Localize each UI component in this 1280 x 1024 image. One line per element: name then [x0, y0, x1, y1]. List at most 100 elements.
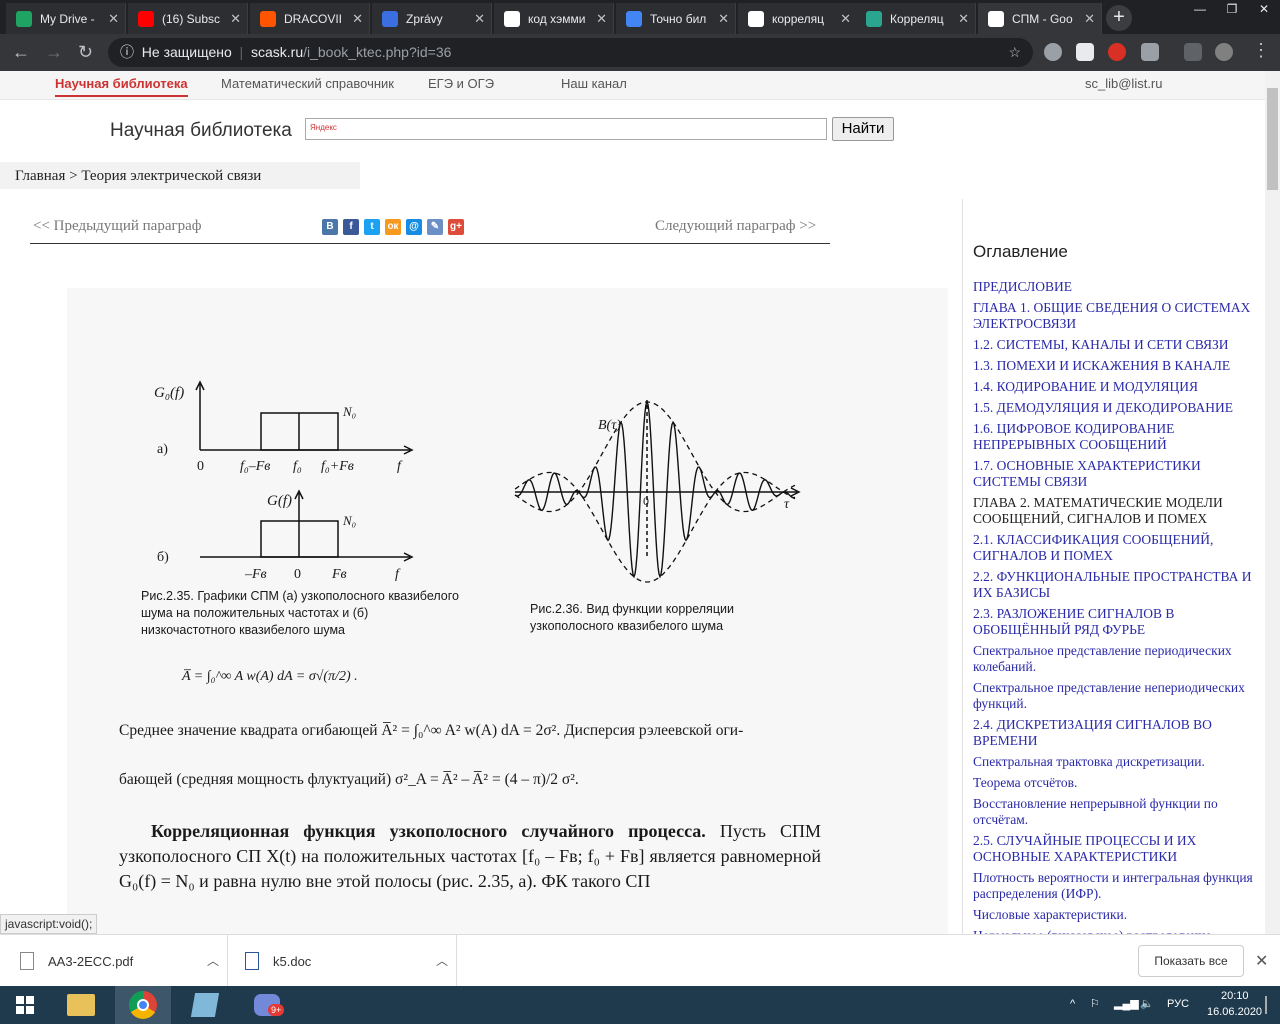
tab-drive[interactable]: My Drive - ✕ — [6, 3, 126, 34]
toc-item[interactable]: 1.5. ДЕМОДУЛЯЦИЯ И ДЕКОДИРОВАНИЕ — [973, 400, 1258, 416]
toc-item[interactable]: Теорема отсчётов. — [973, 775, 1258, 791]
bookmark-star-icon[interactable]: ☆ — [1008, 38, 1021, 67]
nav-library[interactable]: Научная библиотека — [55, 76, 188, 97]
search-button[interactable]: Найти — [832, 117, 894, 141]
chevron-up-icon[interactable]: ︿ — [436, 952, 448, 969]
tab-google[interactable]: СПМ - Goo ✕ — [978, 3, 1102, 34]
toc-item[interactable]: ГЛАВА 2. МАТЕМАТИЧЕСКИЕ МОДЕЛИ СООБЩЕНИЙ… — [973, 495, 1258, 527]
livejournal-share-icon[interactable]: ✎ — [427, 219, 443, 235]
new-tab-button[interactable]: + — [1106, 5, 1132, 31]
vk-share-icon[interactable]: В — [322, 219, 338, 235]
forward-icon[interactable]: → — [45, 42, 63, 63]
clock-time[interactable]: 20:10 — [1221, 990, 1249, 1002]
file-explorer-button[interactable] — [53, 986, 109, 1024]
page-scrollbar[interactable] — [1265, 71, 1280, 934]
tab-close-icon[interactable]: ✕ — [1084, 11, 1095, 27]
fig235b-n0: N₀ — [343, 513, 357, 528]
twitter-share-icon[interactable]: t — [364, 219, 380, 235]
youtube-icon — [138, 10, 154, 27]
profile-avatar[interactable] — [1215, 43, 1233, 61]
toc-item[interactable]: 2.4. ДИСКРЕТИЗАЦИЯ СИГНАЛОВ ВО ВРЕМЕНИ — [973, 717, 1258, 749]
download-item[interactable]: k5.doc ︿ — [229, 935, 457, 987]
chevron-up-icon[interactable]: ︿ — [207, 952, 219, 969]
toc-item[interactable]: 1.4. КОДИРОВАНИЕ И МОДУЛЯЦИЯ — [973, 379, 1258, 395]
tab-docs[interactable]: Точно бил ✕ — [616, 3, 736, 34]
maximize-button[interactable]: ❐ — [1216, 0, 1248, 20]
flag-icon[interactable]: ⚐ — [1090, 997, 1100, 1010]
clock-date[interactable]: 16.06.2020 — [1207, 1006, 1262, 1018]
toc-item[interactable]: Числовые характеристики. — [973, 907, 1258, 923]
tab-google[interactable]: корреляц ✕ — [738, 3, 858, 34]
prev-paragraph-link[interactable]: << Предыдущий параграф — [33, 218, 202, 235]
tab-pi[interactable]: Корреляц ✕ — [856, 3, 976, 34]
search-input[interactable]: Яндекс — [305, 118, 827, 140]
scrollbar-thumb[interactable] — [1267, 88, 1278, 190]
mail-share-icon[interactable]: @ — [406, 219, 422, 235]
breadcrumb[interactable]: Главная > Теория электрической связи — [15, 168, 261, 185]
show-all-downloads-button[interactable]: Показать все — [1138, 945, 1244, 977]
tab-close-icon[interactable]: ✕ — [108, 11, 119, 27]
toc-item[interactable]: Спектральное представление периодических… — [973, 643, 1258, 675]
show-desktop[interactable] — [1265, 996, 1267, 1014]
close-window-button[interactable]: ✕ — [1248, 0, 1280, 20]
language-indicator[interactable]: РУС — [1167, 998, 1189, 1010]
file-icon — [245, 952, 259, 970]
notepad-button[interactable] — [177, 986, 233, 1024]
tab-google[interactable]: код хэмми ✕ — [494, 3, 614, 34]
tab-close-icon[interactable]: ✕ — [352, 11, 363, 27]
toc-item[interactable]: 2.2. ФУНКЦИОНАЛЬНЫЕ ПРОСТРАНСТВА И ИХ БА… — [973, 569, 1258, 601]
toc-item[interactable]: 2.3. РАЗЛОЖЕНИЕ СИГНАЛОВ В ОБОБЩЁННЫЙ РЯ… — [973, 606, 1258, 638]
tab-close-icon[interactable]: ✕ — [840, 11, 851, 27]
download-item[interactable]: AA3-2ECC.pdf ︿ — [0, 935, 228, 987]
toc-item[interactable]: ГЛАВА 1. ОБЩИЕ СВЕДЕНИЯ О СИСТЕМАХ ЭЛЕКТ… — [973, 300, 1258, 332]
chrome-taskbar-button[interactable] — [115, 986, 171, 1024]
adblock-icon[interactable] — [1108, 43, 1126, 61]
toc-item[interactable]: ПРЕДИСЛОВИЕ — [973, 279, 1258, 295]
close-icon[interactable]: ✕ — [1255, 951, 1268, 971]
minimize-button[interactable]: — — [1184, 0, 1216, 20]
tab-close-icon[interactable]: ✕ — [474, 11, 485, 27]
toc-item[interactable]: Спектральная трактовка дискретизации. — [973, 754, 1258, 770]
toc-item[interactable]: Плотность вероятности и интегральная фун… — [973, 870, 1258, 902]
tab-close-icon[interactable]: ✕ — [596, 11, 607, 27]
facebook-share-icon[interactable]: f — [343, 219, 359, 235]
nav-exams[interactable]: ЕГЭ и ОГЭ — [428, 76, 494, 91]
toc-item[interactable]: 1.6. ЦИФРОВОЕ КОДИРОВАНИЕ НЕПРЕРЫВНЫХ СО… — [973, 421, 1258, 453]
tab-youtube[interactable]: (16) Subsc ✕ — [128, 3, 248, 34]
toc-item[interactable]: Спектральное представление непериодическ… — [973, 680, 1258, 712]
site-brand[interactable]: Научная библиотека — [110, 120, 292, 142]
tab-close-icon[interactable]: ✕ — [718, 11, 729, 27]
media-icon[interactable] — [1184, 43, 1202, 61]
address-bar[interactable]: ⓘ Не защищено | scask.ru/i_book_ktec.php… — [108, 38, 1033, 67]
tray-chevron-icon[interactable]: ^ — [1070, 998, 1075, 1010]
site-email[interactable]: sc_lib@list.ru — [1085, 76, 1163, 91]
nav-math-reference[interactable]: Математический справочник — [221, 76, 394, 91]
tab-chat[interactable]: Zprávy ✕ — [372, 3, 492, 34]
toc-item[interactable]: 1.3. ПОМЕХИ И ИСКАЖЕНИЯ В КАНАЛЕ — [973, 358, 1258, 374]
toc-item[interactable]: 2.1. КЛАССИФИКАЦИЯ СООБЩЕНИЙ, СИГНАЛОВ И… — [973, 532, 1258, 564]
back-icon[interactable]: ← — [12, 42, 30, 63]
ok-share-icon[interactable]: ок — [385, 219, 401, 235]
tab-soundcloud[interactable]: DRACOVII ✕ — [250, 3, 370, 34]
extension-icon[interactable] — [1076, 43, 1094, 61]
toc-item[interactable]: 1.2. СИСТЕМЫ, КАНАЛЫ И СЕТИ СВЯЗИ — [973, 337, 1258, 353]
toc-item[interactable]: 1.7. ОСНОВНЫЕ ХАРАКТЕРИСТИКИ СИСТЕМЫ СВЯ… — [973, 458, 1258, 490]
toc-item[interactable]: Восстановление непрерывной функции по от… — [973, 796, 1258, 828]
volume-icon[interactable]: 🔈 — [1140, 997, 1154, 1010]
next-paragraph-link[interactable]: Следующий параграф >> — [655, 218, 816, 235]
googleplus-share-icon[interactable]: g+ — [448, 219, 464, 235]
start-button[interactable] — [0, 986, 50, 1024]
nav-channel[interactable]: Наш канал — [561, 76, 627, 91]
toc-item[interactable]: 2.5. СЛУЧАЙНЫЕ ПРОЦЕССЫ И ИХ ОСНОВНЫЕ ХА… — [973, 833, 1258, 865]
text-line-1: Среднее значение квадрата огибающей A̅² … — [119, 722, 744, 739]
s-extension-icon[interactable] — [1141, 43, 1159, 61]
tab-close-icon[interactable]: ✕ — [230, 11, 241, 27]
reload-icon[interactable]: ↻ — [78, 42, 93, 63]
tab-close-icon[interactable]: ✕ — [958, 11, 969, 27]
toc-title: Оглавление — [973, 242, 1068, 261]
discord-button[interactable]: 9+ — [239, 986, 295, 1024]
info-icon[interactable]: ⓘ — [120, 44, 134, 60]
network-icon[interactable]: ▂▄▆ — [1114, 997, 1139, 1010]
menu-icon[interactable]: ⋮ — [1252, 40, 1270, 61]
globe-icon[interactable] — [1044, 43, 1062, 61]
